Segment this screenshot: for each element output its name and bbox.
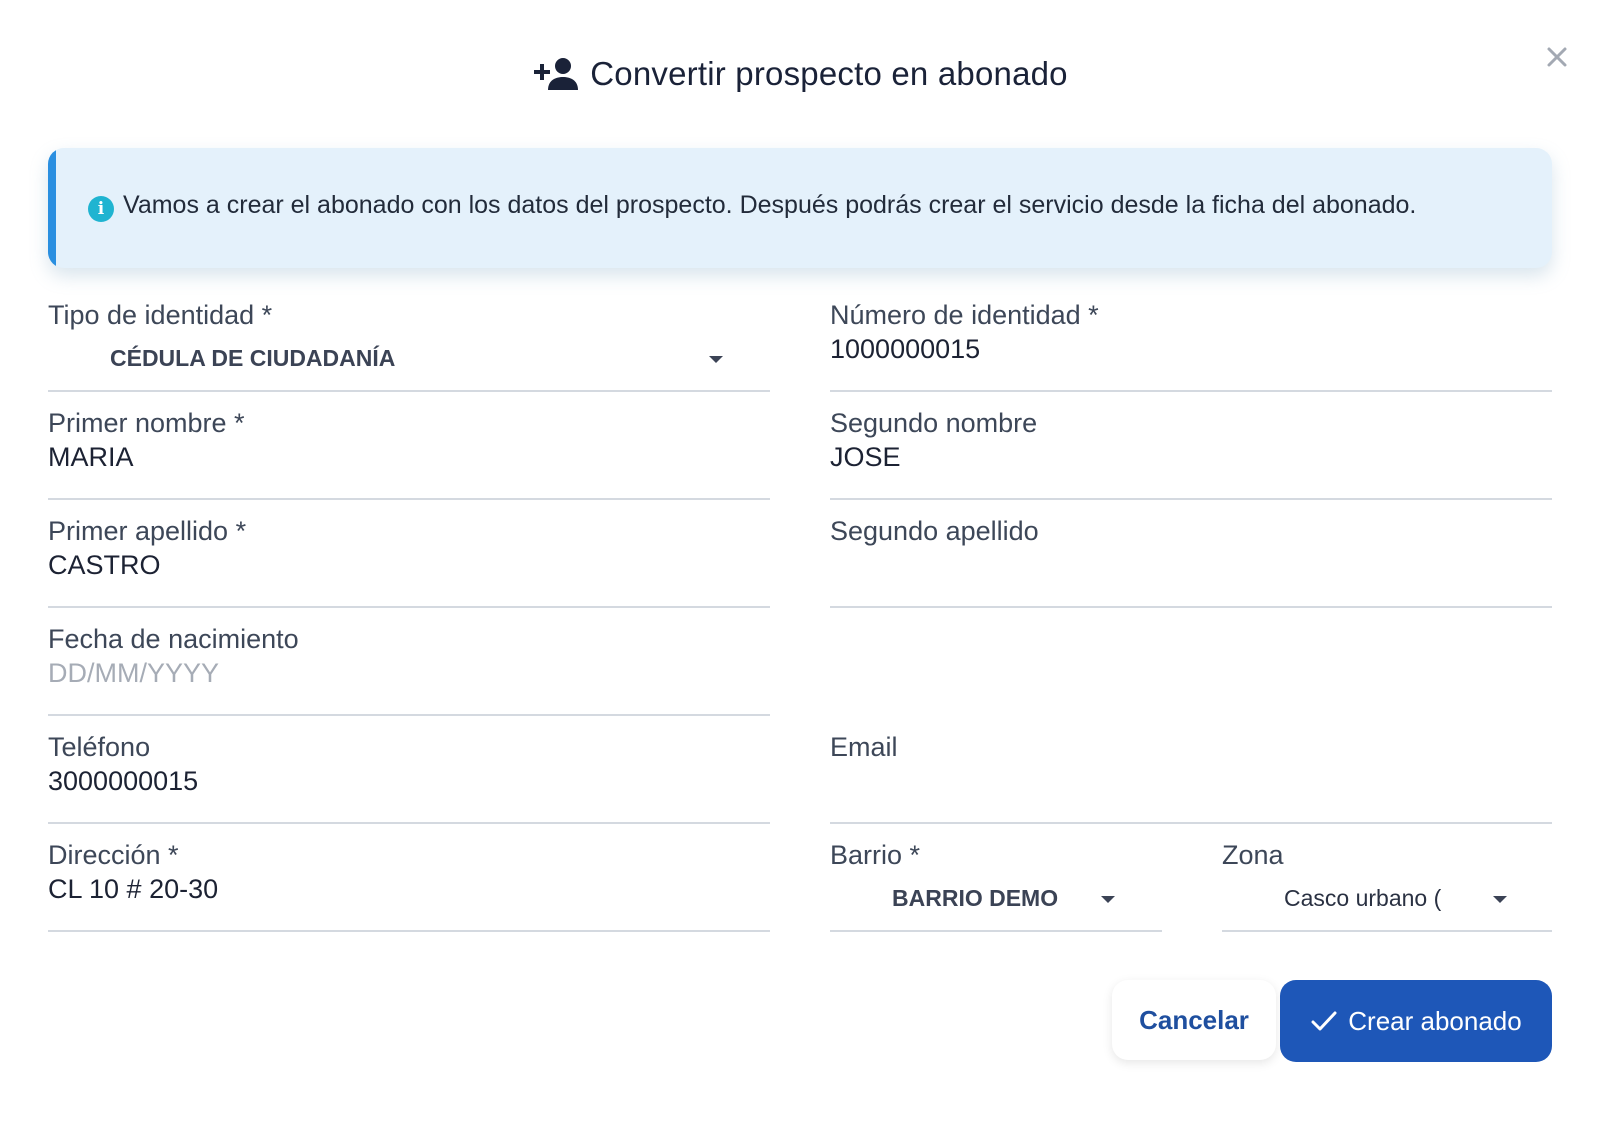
tipo-identidad-select[interactable]: Tipo de identidad * CÉDULA DE CIUDADANÍA xyxy=(48,300,770,392)
field-label: Fecha de nacimiento xyxy=(48,624,299,654)
date-placeholder: DD/MM/YYYY xyxy=(48,658,220,688)
barrio-select[interactable]: Barrio * BARRIO DEMO xyxy=(830,840,1162,932)
field-value: JOSE xyxy=(830,442,901,472)
field-underline xyxy=(830,930,1162,932)
cancel-button[interactable]: Cancelar xyxy=(1112,980,1276,1060)
field-underline xyxy=(1222,930,1552,932)
field-underline xyxy=(48,714,770,716)
field-value: 1000000015 xyxy=(830,334,981,364)
field-underline xyxy=(48,606,770,608)
field-underline xyxy=(830,822,1552,824)
field-label: Zona xyxy=(1222,840,1284,870)
dialog-header: Convertir prospecto en abonado xyxy=(0,44,1600,104)
direccion-field[interactable]: Dirección * CL 10 # 20-30 xyxy=(48,840,770,932)
field-underline xyxy=(48,822,770,824)
select-value: CÉDULA DE CIUDADANÍA xyxy=(110,345,396,371)
create-subscriber-button[interactable]: Crear abonado xyxy=(1280,980,1552,1062)
field-label: Dirección * xyxy=(48,840,179,870)
close-icon xyxy=(1547,47,1567,67)
field-underline xyxy=(830,498,1552,500)
segundo-apellido-field[interactable]: Segundo apellido xyxy=(830,516,1552,608)
numero-identidad-field[interactable]: Número de identidad * 1000000015 xyxy=(830,300,1552,392)
field-label: Primer nombre * xyxy=(48,408,245,438)
chevron-down-icon xyxy=(709,356,723,363)
field-label: Primer apellido * xyxy=(48,516,247,546)
email-field[interactable]: Email xyxy=(830,732,1552,824)
field-label: Segundo nombre xyxy=(830,408,1038,438)
fecha-nacimiento-field[interactable]: Fecha de nacimiento DD/MM/YYYY xyxy=(48,624,770,716)
create-subscriber-label: Crear abonado xyxy=(1348,1005,1522,1036)
convert-prospect-dialog: Convertir prospecto en abonado i Vamos a… xyxy=(0,0,1600,1146)
field-label: Tipo de identidad * xyxy=(48,300,273,330)
chevron-down-icon xyxy=(1493,896,1507,903)
banner-text: Vamos a crear el abonado con los datos d… xyxy=(123,191,1417,219)
check-icon xyxy=(1311,1011,1337,1031)
telefono-field[interactable]: Teléfono 3000000015 xyxy=(48,732,770,824)
field-value: CL 10 # 20-30 xyxy=(48,874,219,904)
segundo-nombre-field[interactable]: Segundo nombre JOSE xyxy=(830,408,1552,500)
primer-apellido-field[interactable]: Primer apellido * CASTRO xyxy=(48,516,770,608)
field-underline xyxy=(48,498,770,500)
close-button[interactable] xyxy=(1540,40,1574,74)
field-value: MARIA xyxy=(48,442,134,472)
field-underline xyxy=(48,390,770,392)
dialog-title: Convertir prospecto en abonado xyxy=(590,55,1068,92)
field-label: Segundo apellido xyxy=(830,516,1039,546)
info-banner: i Vamos a crear el abonado con los datos… xyxy=(48,148,1552,268)
field-underline xyxy=(48,930,770,932)
field-label: Teléfono xyxy=(48,732,151,762)
info-icon: i xyxy=(88,196,114,222)
select-value: Casco urbano ( xyxy=(1284,885,1442,911)
field-underline xyxy=(830,606,1552,608)
banner-accent xyxy=(48,148,56,268)
zona-select[interactable]: Zona Casco urbano ( xyxy=(1222,840,1552,932)
person-add-icon xyxy=(532,54,580,94)
chevron-down-icon xyxy=(1101,896,1115,903)
field-value: 3000000015 xyxy=(48,766,199,796)
field-label: Email xyxy=(830,732,898,762)
field-value: CASTRO xyxy=(48,550,161,580)
field-label: Barrio * xyxy=(830,840,921,870)
select-value: BARRIO DEMO xyxy=(892,885,1059,911)
primer-nombre-field[interactable]: Primer nombre * MARIA xyxy=(48,408,770,500)
field-label: Número de identidad * xyxy=(830,300,1099,330)
field-underline xyxy=(830,390,1552,392)
